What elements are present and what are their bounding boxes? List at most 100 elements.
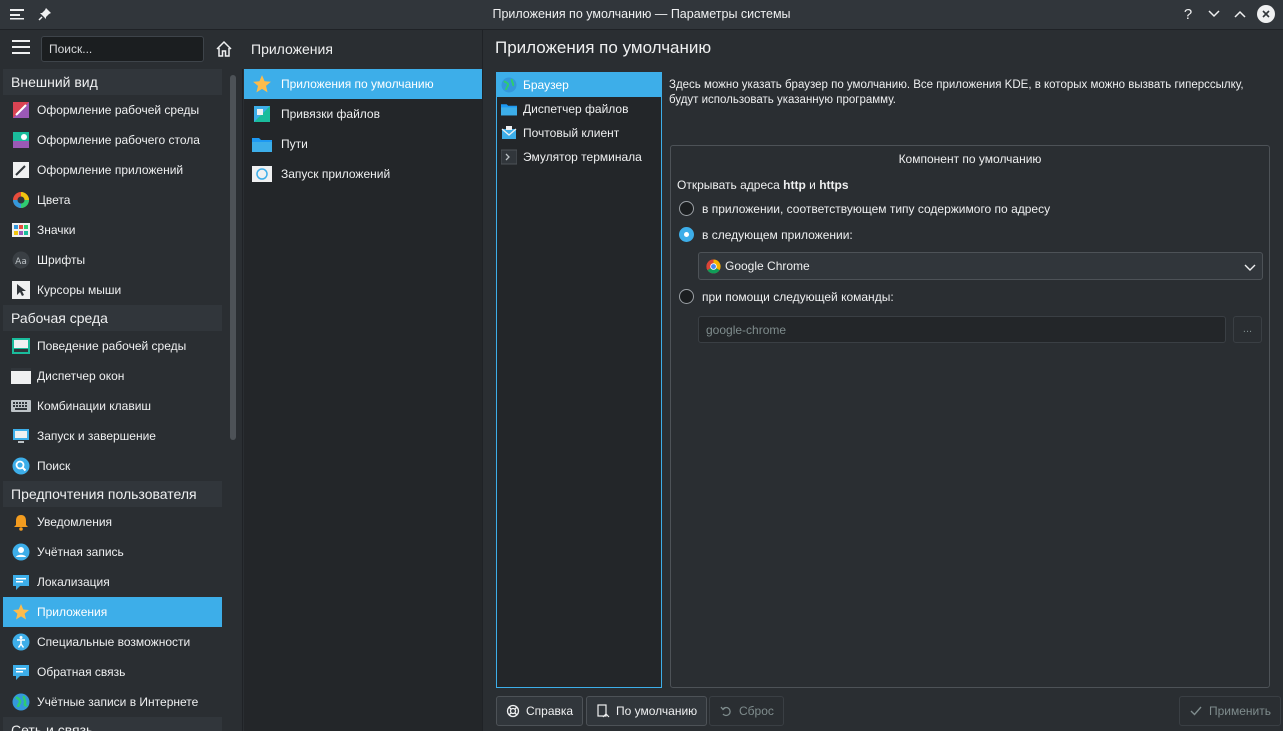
radio-label: при помощи следующей команды: <box>702 289 894 304</box>
bell-icon <box>11 512 31 532</box>
sidebar-item-label: Курсоры мыши <box>37 283 122 297</box>
sidebar-item-startup[interactable]: Запуск и завершение <box>3 421 222 451</box>
sidebar-item-label: Оформление приложений <box>37 163 184 177</box>
sidebar-item-workspace-theme[interactable]: Оформление рабочей среды <box>3 95 222 125</box>
component-item-mail-client[interactable]: Почтовый клиент <box>497 121 661 145</box>
browser-icon <box>501 77 517 93</box>
open-urls-label: Открывать адреса http и https <box>677 178 849 192</box>
keyboard-icon <box>11 396 31 416</box>
sidebar-category-network: Сеть и связь <box>3 717 222 731</box>
application-combobox[interactable]: Google Chrome <box>698 252 1263 280</box>
subcategory-item-file-assoc[interactable]: Привязки файлов <box>244 99 482 129</box>
group-title: Компонент по умолчанию <box>898 152 1042 166</box>
workspace-behavior-icon <box>11 336 31 356</box>
subcategory-heading: Приложения <box>244 30 482 69</box>
folder-icon <box>501 101 517 117</box>
undo-icon <box>719 704 733 718</box>
sidebar-item-label: Поиск <box>37 459 71 473</box>
sidebar-item-icons[interactable]: Значки <box>3 215 222 245</box>
defaults-button[interactable]: По умолчанию <box>586 696 708 726</box>
radio-command[interactable] <box>679 289 694 304</box>
sidebar-item-label: Поведение рабочей среды <box>37 339 187 353</box>
radio-following-app[interactable] <box>679 227 694 242</box>
sidebar-item-colors[interactable]: Цвета <box>3 185 222 215</box>
apply-button[interactable]: Применить <box>1179 696 1282 726</box>
fonts-icon: Aa <box>11 250 31 270</box>
sidebar-item-cursors[interactable]: Курсоры мыши <box>3 275 222 305</box>
component-description: Здесь можно указать браузер по умолчанию… <box>669 79 1244 106</box>
default-component-group: Компонент по умолчанию Открывать адреса … <box>670 145 1270 688</box>
cursor-icon <box>11 280 31 300</box>
minimize-icon[interactable] <box>1205 5 1223 23</box>
component-item-label: Почтовый клиент <box>523 126 620 140</box>
svg-text:Aa: Aa <box>15 257 27 267</box>
subcategory-panel: Приложения Приложения по умолчанию Привя… <box>244 30 483 731</box>
globe-icon <box>11 692 31 712</box>
radio-row-by-content[interactable]: в приложении, соответствующем типу содер… <box>679 201 1050 216</box>
sidebar: Внешний вид Оформление рабочей среды Офо… <box>0 30 243 731</box>
sidebar-item-shortcuts[interactable]: Комбинации клавиш <box>3 391 222 421</box>
icons-icon <box>11 220 31 240</box>
sidebar-item-user-account[interactable]: Учётная запись <box>3 537 222 567</box>
open-urls-https: https <box>819 178 849 192</box>
component-item-label: Эмулятор терминала <box>523 150 642 164</box>
subcategory-item-paths[interactable]: Пути <box>244 129 482 159</box>
subcategory-item-label: Пути <box>281 137 308 151</box>
maximize-icon[interactable] <box>1231 5 1249 23</box>
sidebar-item-search[interactable]: Поиск <box>3 451 222 481</box>
close-icon[interactable] <box>1257 5 1275 23</box>
command-input[interactable]: google-chrome <box>698 316 1226 343</box>
open-urls-and: и <box>805 178 820 192</box>
folder-icon <box>252 134 272 154</box>
reset-button-label: Сброс <box>739 704 774 718</box>
sidebar-item-fonts[interactable]: Aa Шрифты <box>3 245 222 275</box>
sidebar-item-notifications[interactable]: Уведомления <box>3 507 222 537</box>
file-assoc-icon <box>252 104 272 124</box>
sidebar-item-accessibility[interactable]: Специальные возможности <box>3 627 222 657</box>
help-button-label: Справка <box>526 704 574 718</box>
sidebar-item-app-style[interactable]: Оформление приложений <box>3 155 222 185</box>
component-item-label: Диспетчер файлов <box>523 102 629 116</box>
sidebar-item-label: Диспетчер окон <box>37 369 125 383</box>
subcategory-item-label: Привязки файлов <box>281 107 380 121</box>
component-item-terminal[interactable]: Эмулятор терминала <box>497 145 661 169</box>
search-input[interactable] <box>41 36 204 62</box>
sidebar-item-desktop-theme[interactable]: Оформление рабочего стола <box>3 125 222 155</box>
sidebar-item-feedback[interactable]: Обратная связь <box>3 657 222 687</box>
browse-button[interactable]: ... <box>1233 316 1262 343</box>
apply-button-label: Применить <box>1209 704 1272 718</box>
sidebar-item-window-manager[interactable]: Диспетчер окон <box>3 361 222 391</box>
sidebar-item-label: Уведомления <box>37 515 113 529</box>
radio-label: в приложении, соответствующем типу содер… <box>702 201 1051 216</box>
component-item-label: Браузер <box>523 78 569 92</box>
sidebar-item-applications[interactable]: Приложения <box>3 597 222 627</box>
subcategory-item-label: Запуск приложений <box>281 167 391 181</box>
document-revert-icon <box>596 704 610 718</box>
help-button[interactable]: Справка <box>496 696 584 726</box>
component-item-file-manager[interactable]: Диспетчер файлов <box>497 97 661 121</box>
sidebar-item-workspace-behavior[interactable]: Поведение рабочей среды <box>3 331 222 361</box>
sidebar-item-locale[interactable]: Локализация <box>3 567 222 597</box>
radio-row-following-app[interactable]: в следующем приложении: <box>679 227 853 242</box>
hamburger-menu-icon[interactable] <box>12 40 30 56</box>
sidebar-item-online-accounts[interactable]: Учётные записи в Интернете <box>3 687 222 717</box>
sidebar-scrollbar[interactable] <box>230 75 236 440</box>
home-icon[interactable] <box>214 39 234 59</box>
reset-button[interactable]: Сброс <box>709 696 784 726</box>
help-icon[interactable]: ? <box>1179 5 1197 23</box>
subcategory-item-default-apps[interactable]: Приложения по умолчанию <box>244 69 482 99</box>
component-item-browser[interactable]: Браузер <box>497 73 661 97</box>
star-icon <box>11 602 31 622</box>
radio-row-command[interactable]: при помощи следующей команды: <box>679 289 894 304</box>
subcategory-item-launch-feedback[interactable]: Запуск приложений <box>244 159 482 189</box>
open-urls-http: http <box>783 178 806 192</box>
checkmark-icon <box>1189 704 1203 718</box>
selected-app-label: Google Chrome <box>725 259 810 273</box>
sidebar-category-appearance: Внешний вид <box>3 69 222 95</box>
component-list: Браузер Диспетчер файлов Почтовый клиент… <box>496 72 662 688</box>
colors-icon <box>11 190 31 210</box>
defaults-button-label: По умолчанию <box>616 704 698 718</box>
sidebar-item-label: Учётные записи в Интернете <box>37 695 199 709</box>
radio-by-content[interactable] <box>679 201 694 216</box>
window-manager-icon <box>11 366 31 386</box>
